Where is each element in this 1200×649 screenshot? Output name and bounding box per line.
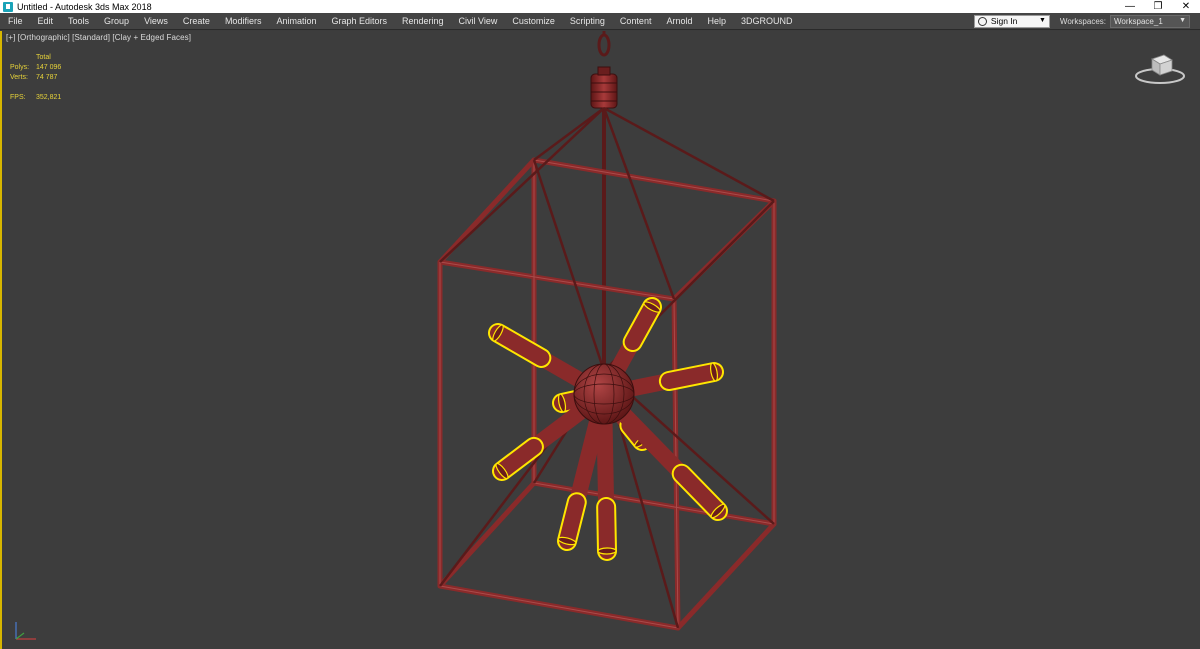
- maximize-button[interactable]: ❐: [1144, 0, 1172, 13]
- sign-in-dropdown[interactable]: Sign In ▼: [973, 14, 1050, 28]
- menu-rendering[interactable]: Rendering: [394, 16, 451, 26]
- menu-views[interactable]: Views: [136, 16, 175, 26]
- viewcube-icon[interactable]: [1134, 51, 1186, 85]
- app-window: Untitled - Autodesk 3ds Max 2018 — ❐ ✕ F…: [0, 0, 1200, 649]
- sign-in-label: Sign In: [990, 16, 1018, 26]
- menu-bar: File Edit Tools Group Views Create Modif…: [0, 13, 1200, 30]
- stats-verts: Verts: 74 787: [10, 73, 61, 83]
- bulb-cap-8: [597, 547, 617, 555]
- stats-polys: Polys: 147 096: [10, 63, 61, 73]
- window-title: Untitled - Autodesk 3ds Max 2018: [17, 1, 152, 12]
- menu-graph-editors[interactable]: Graph Editors: [323, 16, 394, 26]
- menu-arnold[interactable]: Arnold: [658, 16, 699, 26]
- center-sphere: [573, 363, 635, 425]
- minimize-button[interactable]: —: [1116, 0, 1144, 13]
- menu-animation[interactable]: Animation: [268, 16, 323, 26]
- title-bar: Untitled - Autodesk 3ds Max 2018 — ❐ ✕: [0, 0, 1200, 13]
- viewport-orthographic[interactable]: [+] [Orthographic] [Standard] [Clay + Ed…: [0, 31, 1200, 649]
- polys-value: 147 096: [36, 64, 62, 71]
- lantern-model-wireframe[interactable]: [2, 31, 1200, 649]
- menu-content[interactable]: Content: [612, 16, 659, 26]
- workspace-value: Workspace_1: [1114, 16, 1163, 26]
- bulb-1: [624, 299, 660, 351]
- menu-create[interactable]: Create: [175, 16, 217, 26]
- user-icon: [977, 16, 987, 26]
- menu-modifiers[interactable]: Modifiers: [217, 16, 269, 26]
- bulb-2: [660, 364, 722, 390]
- workspaces-label: Workspaces:: [1059, 16, 1106, 26]
- viewport-label-menu[interactable]: [+] [Orthographic] [Standard] [Clay + Ed…: [6, 33, 191, 42]
- stats-fps: FPS: 352,821: [10, 93, 61, 103]
- chevron-down-icon: ▼: [1179, 16, 1186, 24]
- chevron-down-icon: ▼: [1038, 16, 1046, 24]
- verts-value: 74 787: [36, 74, 58, 81]
- bulb-arms: [488, 297, 728, 561]
- menu-3dground[interactable]: 3DGROUND: [733, 16, 800, 26]
- menu-customize[interactable]: Customize: [504, 16, 562, 26]
- polys-label: Polys:: [10, 64, 30, 71]
- menu-file[interactable]: File: [0, 16, 30, 26]
- bulb-8: [598, 499, 615, 559]
- bulb-7: [559, 494, 585, 549]
- axis-tripod-icon: [15, 622, 36, 640]
- menu-edit[interactable]: Edit: [30, 16, 61, 26]
- fps-label: FPS:: [10, 94, 26, 101]
- menu-scripting[interactable]: Scripting: [562, 16, 612, 26]
- fps-value: 352,821: [36, 94, 62, 101]
- workspace-select[interactable]: Workspace_1 ▼: [1110, 14, 1190, 28]
- menu-group[interactable]: Group: [96, 16, 136, 26]
- app-logo-icon: [3, 1, 13, 12]
- stats-header: Total: [36, 54, 51, 61]
- verts-label: Verts:: [10, 74, 28, 81]
- chain-and-cap: [590, 31, 618, 109]
- menu-civil-view[interactable]: Civil View: [451, 16, 505, 26]
- menu-tools[interactable]: Tools: [60, 16, 96, 26]
- statistics-overlay: Total Polys: 147 096 Verts: 74 787 FPS: …: [10, 53, 61, 103]
- close-button[interactable]: ✕: [1172, 0, 1200, 13]
- menu-help[interactable]: Help: [699, 16, 733, 26]
